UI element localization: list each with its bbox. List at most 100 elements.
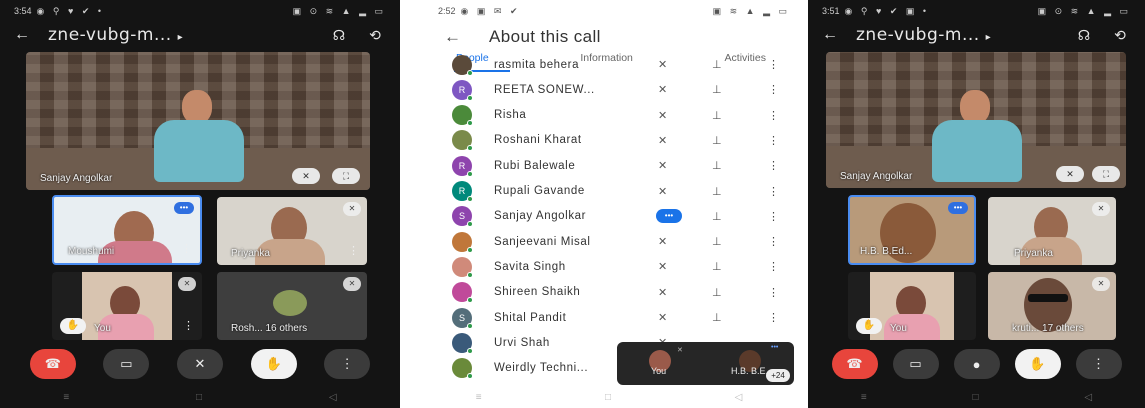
pin-icon[interactable]: ⊥ xyxy=(712,235,722,248)
camera-switch-icon[interactable]: ⟲ xyxy=(364,27,386,44)
participant-row[interactable]: Roshani Kharat ✕ ⊥ ⋮ xyxy=(414,128,804,153)
more-options-button[interactable]: ⋮ xyxy=(324,349,371,379)
participant-tile-2[interactable]: ✕ Priyanka xyxy=(988,197,1116,265)
participant-tile-self[interactable]: ✕ ✋ You ⋮ xyxy=(52,272,202,340)
nav-home-icon[interactable]: □ xyxy=(973,392,979,403)
participant-row[interactable]: R Rubi Balewale ✕ ⊥ ⋮ xyxy=(414,153,804,178)
speaking-indicator-icon[interactable]: ••• xyxy=(656,209,682,224)
participant-row[interactable]: rasmita behera ✕ ⊥ ⋮ xyxy=(414,52,804,77)
fullscreen-button[interactable]: ⛶ xyxy=(332,168,360,184)
more-options-icon[interactable]: ⋮ xyxy=(348,244,359,257)
pin-icon[interactable]: ⊥ xyxy=(712,260,722,273)
nav-menu-icon[interactable]: ≡ xyxy=(63,392,69,403)
pin-icon[interactable]: ⊥ xyxy=(712,311,722,324)
participant-name: Roshani Kharat xyxy=(494,134,582,147)
mic-toggle-button[interactable]: ● xyxy=(953,349,1000,379)
more-options-icon[interactable]: ⋮ xyxy=(768,286,779,299)
more-options-icon[interactable]: ⋮ xyxy=(768,235,779,248)
pin-icon[interactable]: ⊥ xyxy=(712,286,722,299)
nav-back-icon[interactable]: ◁ xyxy=(1084,392,1092,403)
more-options-icon[interactable]: ⋮ xyxy=(768,159,779,172)
mic-off-icon[interactable]: ✕ xyxy=(658,159,667,172)
more-options-icon[interactable]: ⋮ xyxy=(768,185,779,198)
pin-icon[interactable]: ⊥ xyxy=(712,134,722,147)
mic-off-icon[interactable]: ✕ xyxy=(658,58,667,71)
end-call-button[interactable]: ☎ xyxy=(29,349,76,379)
picture-in-picture-overlay[interactable]: You ✕ H.B. B.E... ••• +24 xyxy=(617,342,794,385)
participant-tile-group[interactable]: ✕ Rosh... 16 others xyxy=(217,272,367,340)
pin-icon[interactable]: ⊥ xyxy=(712,109,722,122)
back-arrow-icon[interactable]: ← xyxy=(14,26,34,44)
more-options-icon[interactable]: ⋮ xyxy=(768,58,779,71)
call-top-bar: ← zne-vubg-m... ▸ ☊ ⟲ xyxy=(0,22,400,48)
back-arrow-icon[interactable]: ← xyxy=(444,27,461,47)
speaker-body xyxy=(154,120,244,182)
participant-row[interactable]: Sanjeevani Misal ✕ ⊥ ⋮ xyxy=(414,229,804,254)
audio-output-icon[interactable]: ☊ xyxy=(1073,27,1095,44)
audio-output-icon[interactable]: ☊ xyxy=(328,27,350,44)
participant-tile-1[interactable]: ••• H.B. B.Ed... xyxy=(848,195,976,265)
nav-back-icon[interactable]: ◁ xyxy=(735,392,743,403)
participant-row[interactable]: Risha ✕ ⊥ ⋮ xyxy=(414,103,804,128)
mic-off-icon[interactable]: ✕ xyxy=(658,83,667,96)
pin-icon[interactable]: ⊥ xyxy=(712,185,722,198)
participant-row[interactable]: Shireen Shaikh ✕ ⊥ ⋮ xyxy=(414,280,804,305)
camera-switch-icon[interactable]: ⟲ xyxy=(1109,27,1131,44)
mic-off-icon[interactable]: ✕ xyxy=(658,311,667,324)
mic-off-icon[interactable]: ✕ xyxy=(658,235,667,248)
pin-icon[interactable]: ⊥ xyxy=(712,159,722,172)
mic-toggle-button[interactable]: ✕ xyxy=(176,349,223,379)
more-options-icon[interactable]: ⋮ xyxy=(768,210,779,223)
back-arrow-icon[interactable]: ← xyxy=(822,26,842,44)
status-system-icons: ▣ ≋ ▲ ▂ ▭ xyxy=(712,5,790,16)
more-options-icon[interactable]: ⋮ xyxy=(181,242,192,255)
main-speaker-video[interactable]: Sanjay Angolkar ✕ ⛶ xyxy=(826,52,1126,188)
mic-off-icon[interactable]: ✕ xyxy=(658,185,667,198)
pin-icon[interactable]: ⊥ xyxy=(712,210,722,223)
participant-tile-group[interactable]: ✕ kruti... 17 others xyxy=(988,272,1116,340)
speaking-indicator-icon: ••• xyxy=(771,344,779,351)
participant-row[interactable]: S Shital Pandit ✕ ⊥ ⋮ xyxy=(414,305,804,330)
more-options-icon[interactable]: ⋮ xyxy=(768,260,779,273)
nav-home-icon[interactable]: □ xyxy=(605,392,611,403)
system-nav-bar: ≡ □ ◁ xyxy=(414,386,804,408)
mute-speaker-button[interactable]: ✕ xyxy=(292,168,320,184)
participant-row[interactable]: R Rupali Gavande ✕ ⊥ ⋮ xyxy=(414,179,804,204)
participant-tile-self[interactable]: ✋ You xyxy=(848,272,976,340)
more-options-icon[interactable]: ⋮ xyxy=(768,311,779,324)
mute-speaker-button[interactable]: ✕ xyxy=(1056,166,1084,182)
more-options-icon[interactable]: ⋮ xyxy=(183,319,194,332)
raise-hand-button[interactable]: ✋ xyxy=(250,349,297,379)
pip-self-tile[interactable]: You ✕ xyxy=(639,346,683,380)
mic-off-icon[interactable]: ✕ xyxy=(658,109,667,122)
fullscreen-button[interactable]: ⛶ xyxy=(1092,166,1120,182)
speaker-figure xyxy=(144,90,254,190)
more-options-icon[interactable]: ⋮ xyxy=(768,83,779,96)
participant-tile-2[interactable]: ✕ Priyanka ⋮ xyxy=(217,197,367,265)
mic-off-icon[interactable]: ✕ xyxy=(658,260,667,273)
online-status-dot xyxy=(467,69,473,76)
pin-icon[interactable]: ⊥ xyxy=(712,83,722,96)
meeting-code[interactable]: zne-vubg-m... ▸ xyxy=(856,25,1059,45)
mic-off-icon[interactable]: ✕ xyxy=(658,134,667,147)
participant-row[interactable]: Savita Singh ✕ ⊥ ⋮ xyxy=(414,254,804,279)
participant-row[interactable]: R REETA SONEW... ✕ ⊥ ⋮ xyxy=(414,77,804,102)
meeting-code[interactable]: zne-vubg-m... ▸ xyxy=(48,25,314,45)
participant-tile-1[interactable]: ••• Moushumi ⋮ xyxy=(52,195,202,265)
video-toggle-button[interactable]: ▭ xyxy=(892,349,939,379)
nav-home-icon[interactable]: □ xyxy=(196,392,202,403)
more-options-button[interactable]: ⋮ xyxy=(1075,349,1122,379)
more-options-icon[interactable]: ⋮ xyxy=(768,109,779,122)
nav-back-icon[interactable]: ◁ xyxy=(329,392,337,403)
video-toggle-button[interactable]: ▭ xyxy=(103,349,150,379)
mic-off-icon[interactable]: ✕ xyxy=(658,286,667,299)
nav-menu-icon[interactable]: ≡ xyxy=(861,392,867,403)
participant-avatar: S xyxy=(452,206,473,228)
nav-menu-icon[interactable]: ≡ xyxy=(476,392,482,403)
main-speaker-video[interactable]: Sanjay Angolkar ✕ ⛶ xyxy=(26,52,370,190)
participant-row[interactable]: S Sanjay Angolkar ••• ⊥ ⋮ xyxy=(414,204,804,229)
pin-icon[interactable]: ⊥ xyxy=(712,58,722,71)
more-options-icon[interactable]: ⋮ xyxy=(768,134,779,147)
end-call-button[interactable]: ☎ xyxy=(831,349,878,379)
raise-hand-button[interactable]: ✋ xyxy=(1014,349,1061,379)
